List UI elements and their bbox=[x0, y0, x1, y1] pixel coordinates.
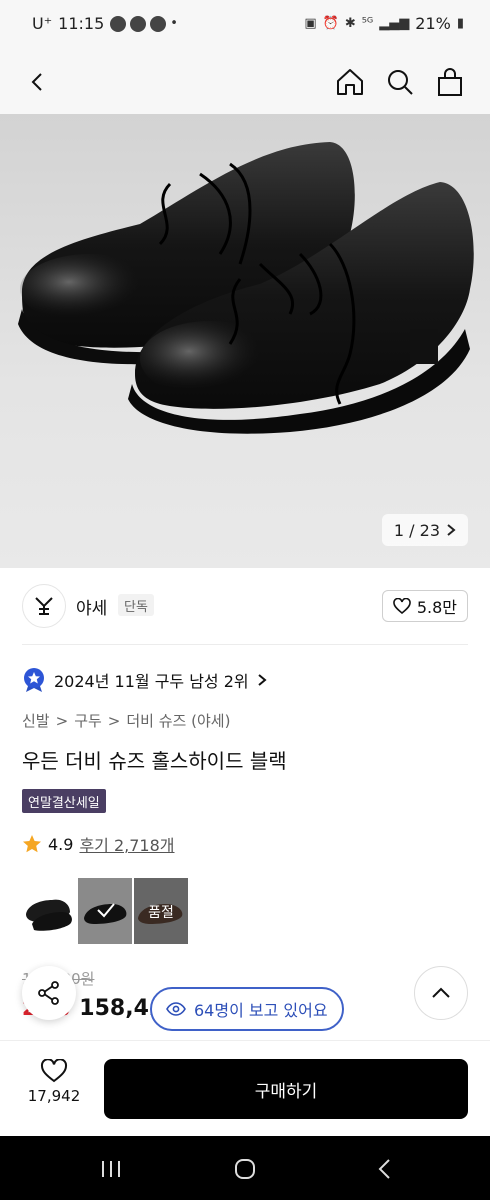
chevron-up-icon bbox=[432, 987, 450, 998]
heart-outline-icon bbox=[40, 1059, 68, 1083]
sim-icon: ▣ bbox=[304, 16, 317, 31]
eye-icon bbox=[166, 1002, 186, 1016]
image-counter-text: 1 / 23 bbox=[393, 520, 440, 540]
bluetooth-icon: ✱ bbox=[344, 16, 356, 31]
viewers-text: 64명이 보고 있어요 bbox=[194, 1001, 328, 1020]
divider bbox=[22, 644, 468, 645]
color-option-soldout[interactable]: 품절 bbox=[134, 878, 188, 944]
home-system-button[interactable] bbox=[228, 1152, 262, 1186]
brand-like-count: 5.8만 bbox=[416, 598, 457, 617]
sale-badge: 연말결산세일 bbox=[22, 789, 106, 813]
home-circle-icon bbox=[235, 1159, 255, 1179]
share-button[interactable] bbox=[22, 966, 76, 1020]
brand-logo[interactable] bbox=[22, 584, 66, 628]
breadcrumb-item-shoes[interactable]: 신발 bbox=[22, 710, 50, 731]
heart-outline-icon bbox=[393, 598, 411, 614]
signal-icon: ▂▄▆ bbox=[379, 16, 410, 31]
star-icon bbox=[23, 835, 41, 853]
product-title: 우든 더비 슈즈 홀스하이드 블랙 bbox=[22, 749, 287, 773]
recent-apps-button[interactable] bbox=[94, 1152, 128, 1186]
brand-row: 야세 단독 5.8만 bbox=[22, 584, 468, 628]
shopping-bag-icon bbox=[438, 68, 462, 96]
back-button[interactable] bbox=[16, 60, 60, 104]
chevron-right-icon bbox=[258, 674, 267, 686]
app-notification-icon bbox=[130, 15, 147, 32]
bottom-action-bar: 17,942 구매하기 bbox=[0, 1040, 490, 1136]
home-button[interactable] bbox=[328, 60, 372, 104]
wishlist-count: 17,942 bbox=[27, 1087, 81, 1105]
rating-row: 4.9 후기 2,718개 bbox=[22, 832, 175, 856]
breadcrumb-separator: > bbox=[55, 711, 69, 730]
status-right: ▣ ⏰ ✱ ⁵ᴳ ▂▄▆ 21% ▮ bbox=[304, 14, 464, 33]
wishlist-button[interactable]: 17,942 bbox=[22, 1059, 86, 1123]
breadcrumb-item-dress-shoes[interactable]: 구두 bbox=[74, 710, 102, 731]
rating-score: 4.9 bbox=[48, 834, 74, 854]
notification-icons: • bbox=[110, 15, 178, 32]
viewers-indicator: 64명이 보고 있어요 bbox=[150, 987, 344, 1031]
carrier-label: U⁺ bbox=[32, 14, 53, 33]
cart-button[interactable] bbox=[428, 60, 472, 104]
battery-level: 21% bbox=[415, 14, 451, 33]
brand-logo-mark bbox=[35, 597, 53, 615]
battery-icon: ▮ bbox=[456, 16, 464, 31]
breadcrumb-item-derby[interactable]: 더비 슈즈 (야세) bbox=[126, 710, 230, 731]
product-image-carousel[interactable]: 1 / 23 bbox=[0, 114, 490, 568]
color-option-pair[interactable] bbox=[22, 878, 76, 944]
ranking-text: 2024년 11월 구두 남성 2위 bbox=[54, 672, 249, 691]
breadcrumb-separator: > bbox=[107, 711, 121, 730]
brand-name[interactable]: 야세 bbox=[76, 594, 107, 619]
alarm-icon: ⏰ bbox=[322, 16, 339, 31]
back-chevron-icon bbox=[378, 1159, 390, 1179]
share-icon bbox=[38, 981, 59, 1005]
food-notification-icon bbox=[150, 15, 167, 32]
shoe-photo bbox=[18, 142, 474, 434]
back-arrow-icon bbox=[31, 73, 42, 91]
shoe-thumbnail bbox=[84, 903, 127, 924]
review-link[interactable]: 후기 2,718개 bbox=[79, 832, 174, 856]
color-options: 품절 bbox=[22, 878, 188, 944]
status-bar: U⁺ 11:15 • ▣ ⏰ ✱ ⁵ᴳ ▂▄▆ 21% ▮ bbox=[0, 0, 490, 50]
talk-notification-icon bbox=[110, 15, 127, 32]
search-icon bbox=[388, 70, 413, 95]
exclusive-badge: 단독 bbox=[118, 594, 154, 616]
status-left: U⁺ 11:15 • bbox=[32, 14, 178, 33]
chevron-right-icon bbox=[447, 524, 456, 536]
buy-button[interactable]: 구매하기 bbox=[104, 1059, 468, 1119]
image-counter[interactable]: 1 / 23 bbox=[381, 514, 468, 546]
ranking-link[interactable]: 2024년 11월 구두 남성 2위 bbox=[22, 664, 267, 696]
shoe-thumbnail bbox=[26, 899, 72, 931]
back-system-button[interactable] bbox=[368, 1152, 402, 1186]
more-dot-icon: • bbox=[170, 16, 178, 31]
recent-apps-icon bbox=[102, 1161, 120, 1177]
color-option-selected[interactable] bbox=[78, 878, 132, 944]
breadcrumb: 신발 > 구두 > 더비 슈즈 (야세) bbox=[22, 710, 230, 731]
status-time: 11:15 bbox=[58, 14, 105, 33]
home-icon bbox=[337, 69, 363, 95]
top-nav bbox=[0, 50, 490, 114]
search-button[interactable] bbox=[378, 60, 422, 104]
scroll-top-button[interactable] bbox=[414, 966, 468, 1020]
brand-like-button[interactable]: 5.8만 bbox=[381, 590, 468, 622]
system-nav-bar bbox=[0, 1136, 490, 1200]
5g-icon: ⁵ᴳ bbox=[361, 16, 374, 31]
ranking-medal-icon bbox=[24, 668, 44, 692]
soldout-label: 품절 bbox=[148, 905, 174, 921]
